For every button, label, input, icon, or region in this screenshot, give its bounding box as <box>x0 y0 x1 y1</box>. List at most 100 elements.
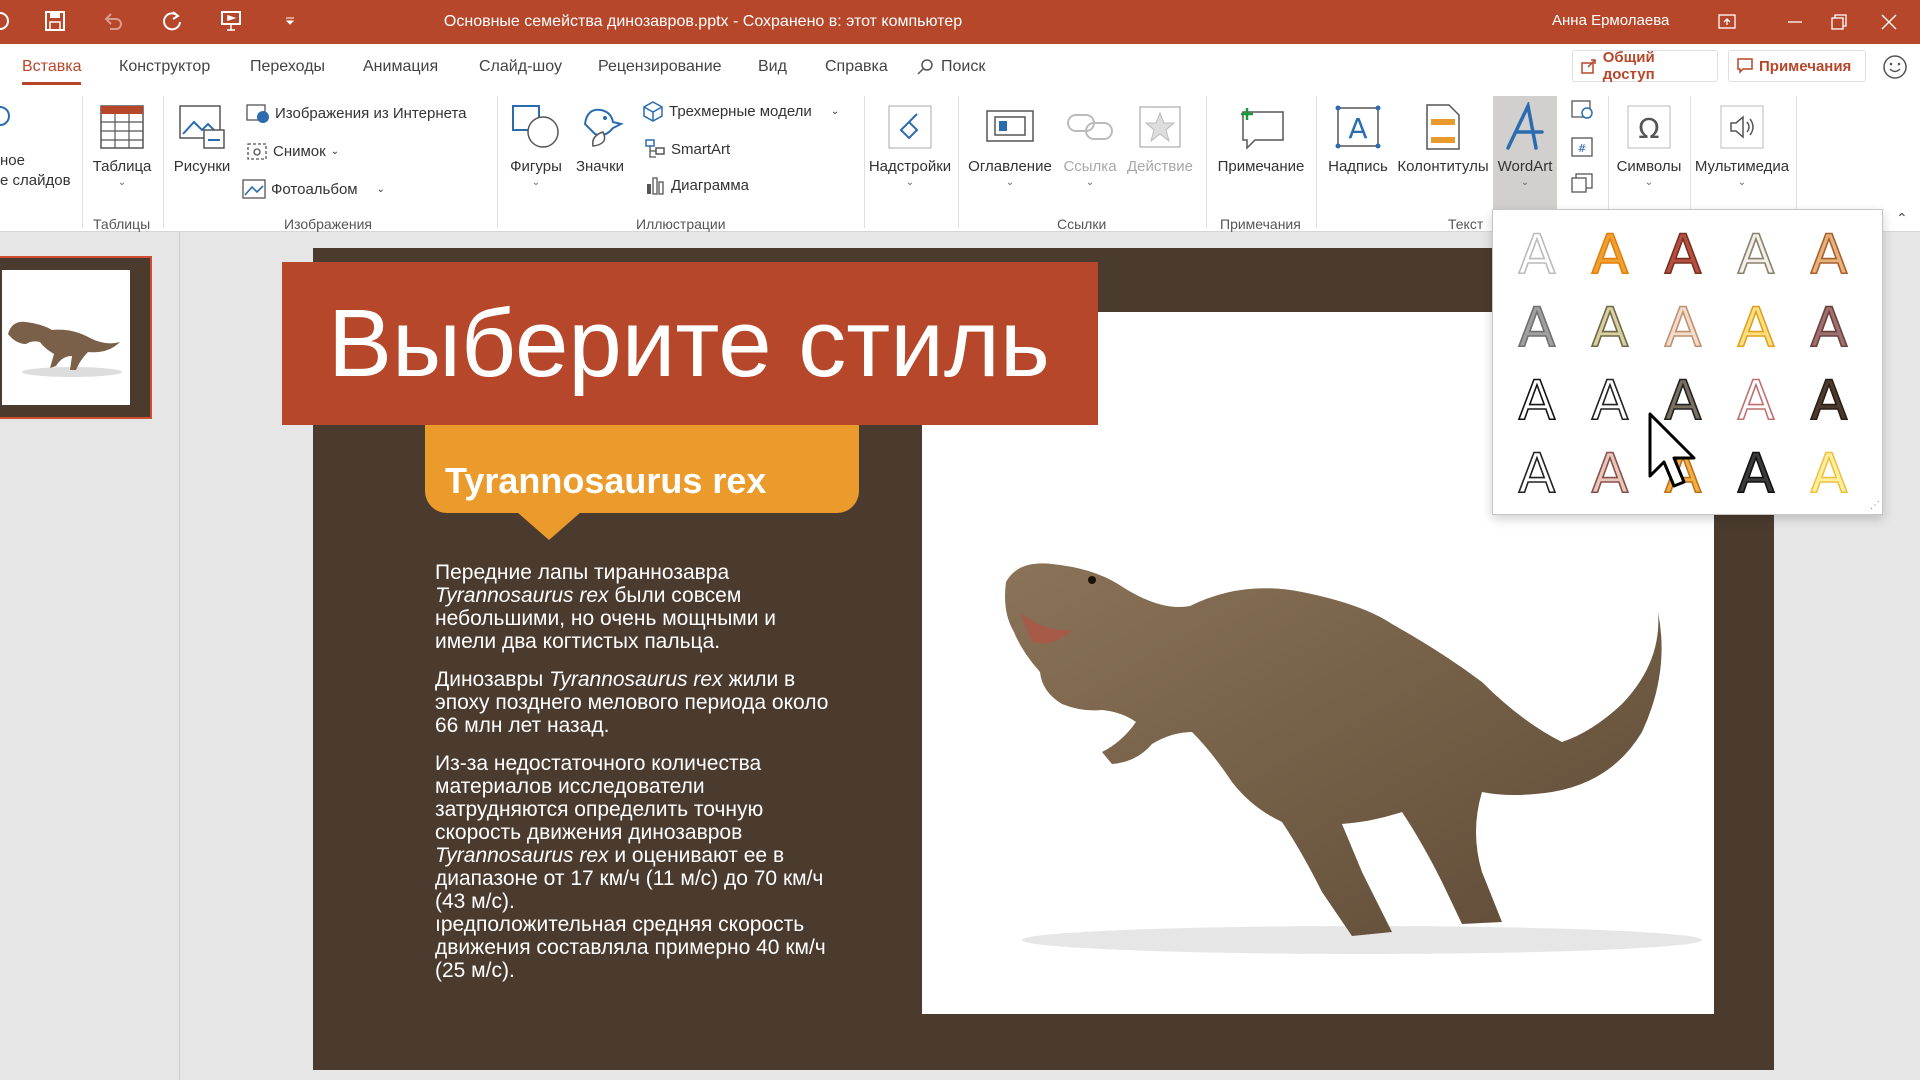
tab-view[interactable]: Вид <box>758 58 787 76</box>
comments-button[interactable]: Примечания <box>1728 50 1866 82</box>
pictures-icon <box>179 105 225 149</box>
date-time-icon[interactable] <box>1570 98 1594 125</box>
photo-album-button[interactable]: Фотоальбом ⌄ <box>242 178 385 200</box>
icons-icon <box>583 108 624 147</box>
online-pictures-icon <box>246 104 269 123</box>
new-slide-label-1[interactable]: ное <box>0 152 25 169</box>
online-pictures-button[interactable]: Изображения из Интернета <box>246 102 466 124</box>
share-button[interactable]: Общий доступ <box>1572 49 1718 83</box>
wordart-style-1[interactable]: A <box>1507 225 1567 285</box>
pictures-label: Рисунки <box>173 158 231 175</box>
wordart-style-6[interactable]: A <box>1507 298 1567 358</box>
tab-design[interactable]: Конструктор <box>119 58 210 76</box>
textbox-button[interactable]: A Надпись <box>1324 96 1392 175</box>
tab-slideshow[interactable]: Слайд-шоу <box>479 58 562 76</box>
table-button[interactable]: Таблица ⌄ <box>90 96 154 188</box>
wordart-label: WordArt <box>1497 158 1553 175</box>
object-icon[interactable] <box>1570 172 1594 199</box>
link-button[interactable]: Ссылка ⌄ <box>1062 96 1118 188</box>
search-box[interactable]: Поиск <box>917 58 985 76</box>
action-label: Действие <box>1127 158 1193 175</box>
toc-label: Оглавление <box>968 158 1052 175</box>
action-button[interactable]: Действие <box>1124 96 1196 175</box>
wordart-style-3[interactable]: A <box>1653 225 1713 285</box>
slide-thumbnails-pane <box>0 232 180 1080</box>
3d-models-icon <box>643 101 663 122</box>
wordart-style-14[interactable]: A <box>1726 371 1786 431</box>
subtitle-ribbon[interactable]: Tyrannosaurus rex <box>425 425 859 540</box>
comments-label: Примечания <box>1759 57 1852 75</box>
paragraph-3: Из-за недостаточного количества материал… <box>435 752 826 982</box>
wordart-style-10[interactable]: A <box>1799 298 1859 358</box>
user-name[interactable]: Анна Ермолаева <box>1552 0 1669 42</box>
share-icon <box>1581 59 1596 74</box>
group-comments: Примечания <box>1220 216 1301 232</box>
new-slide-icon[interactable] <box>0 102 14 143</box>
share-label: Общий доступ <box>1602 49 1655 83</box>
new-comment-icon <box>1241 108 1284 150</box>
header-footer-button[interactable]: Колонтитулы <box>1396 96 1490 175</box>
wordart-style-19[interactable]: A <box>1726 444 1786 504</box>
wordart-style-4[interactable]: A <box>1726 225 1786 285</box>
wordart-style-20[interactable]: A <box>1799 444 1859 504</box>
tab-insert[interactable]: Вставка <box>22 58 82 85</box>
feedback-smiley-icon[interactable] <box>1882 54 1908 85</box>
wordart-style-11[interactable]: A <box>1507 371 1567 431</box>
chart-button[interactable]: Диаграмма <box>644 174 749 196</box>
wordart-style-16[interactable]: A <box>1507 444 1567 504</box>
ribbon-display-icon[interactable] <box>1702 0 1752 44</box>
photo-album-icon <box>242 179 266 199</box>
smartart-button[interactable]: SmartArt <box>644 138 730 160</box>
textbox-label: Надпись <box>1328 158 1388 175</box>
wordart-style-9[interactable]: A <box>1726 298 1786 358</box>
group-text: Текст <box>1448 216 1484 232</box>
close-icon[interactable] <box>1864 0 1914 44</box>
slide-number-icon[interactable]: # <box>1570 136 1594 163</box>
media-button[interactable]: Мультимедиа ⌄ <box>1692 96 1792 188</box>
toc-button[interactable]: Оглавление ⌄ <box>966 96 1054 188</box>
wordart-style-8[interactable]: A <box>1653 298 1713 358</box>
comment-icon <box>1737 58 1753 74</box>
addins-icon <box>888 105 932 149</box>
wordart-style-7[interactable]: A <box>1580 298 1640 358</box>
wordart-style-15[interactable]: A <box>1799 371 1859 431</box>
addins-label: Надстройки <box>868 158 952 175</box>
svg-text:Ω: Ω <box>1638 112 1659 145</box>
icons-button[interactable]: Значки <box>570 96 630 175</box>
shapes-button[interactable]: Фигуры ⌄ <box>506 96 566 188</box>
collapse-ribbon-icon[interactable]: ⌃ <box>1896 210 1908 227</box>
media-label: Мультимедиа <box>1694 158 1790 175</box>
tab-animations[interactable]: Анимация <box>363 58 438 76</box>
mouse-cursor <box>1648 412 1696 488</box>
group-tables: Таблицы <box>93 216 151 232</box>
tab-help[interactable]: Справка <box>825 58 888 76</box>
restore-icon[interactable] <box>1814 0 1864 44</box>
slide-thumbnail[interactable] <box>0 256 152 419</box>
wordart-style-5[interactable]: A <box>1799 225 1859 285</box>
wordart-button[interactable]: WordArt ⌄ <box>1493 96 1557 188</box>
new-comment-button[interactable]: Примечание <box>1214 96 1308 175</box>
title-banner[interactable]: Выберите стиль <box>282 262 1098 425</box>
symbols-button[interactable]: Ω Символы ⌄ <box>1612 96 1686 188</box>
new-comment-label: Примечание <box>1217 158 1305 175</box>
svg-text:A: A <box>1348 112 1367 145</box>
minimize-icon[interactable] <box>1770 0 1820 44</box>
tab-review[interactable]: Рецензирование <box>598 58 722 76</box>
screenshot-button[interactable]: Снимок ⌄ <box>246 140 339 162</box>
tab-transitions[interactable]: Переходы <box>250 58 325 76</box>
wordart-style-17[interactable]: A <box>1580 444 1640 504</box>
pictures-button[interactable]: Рисунки <box>172 96 232 175</box>
search-icon <box>917 59 933 75</box>
body-textbox[interactable]: Передние лапы тираннозавра Tyrannosaurus… <box>435 561 830 997</box>
paragraph-1: Передние лапы тираннозавра Tyrannosaurus… <box>435 561 777 653</box>
table-icon <box>100 105 144 149</box>
shapes-icon <box>512 105 559 148</box>
3d-models-button[interactable]: Трехмерные модели ⌄ <box>642 100 839 122</box>
addins-button[interactable]: Надстройки ⌄ <box>868 96 952 188</box>
svg-text:#: # <box>1577 142 1586 155</box>
wordart-style-12[interactable]: A <box>1580 371 1640 431</box>
wordart-style-2[interactable]: A <box>1580 225 1640 285</box>
symbols-omega-icon: Ω <box>1627 105 1671 149</box>
gallery-resize-grip[interactable]: ⋰ <box>1870 500 1880 511</box>
new-slide-label-2[interactable]: е слайдов <box>0 172 71 189</box>
